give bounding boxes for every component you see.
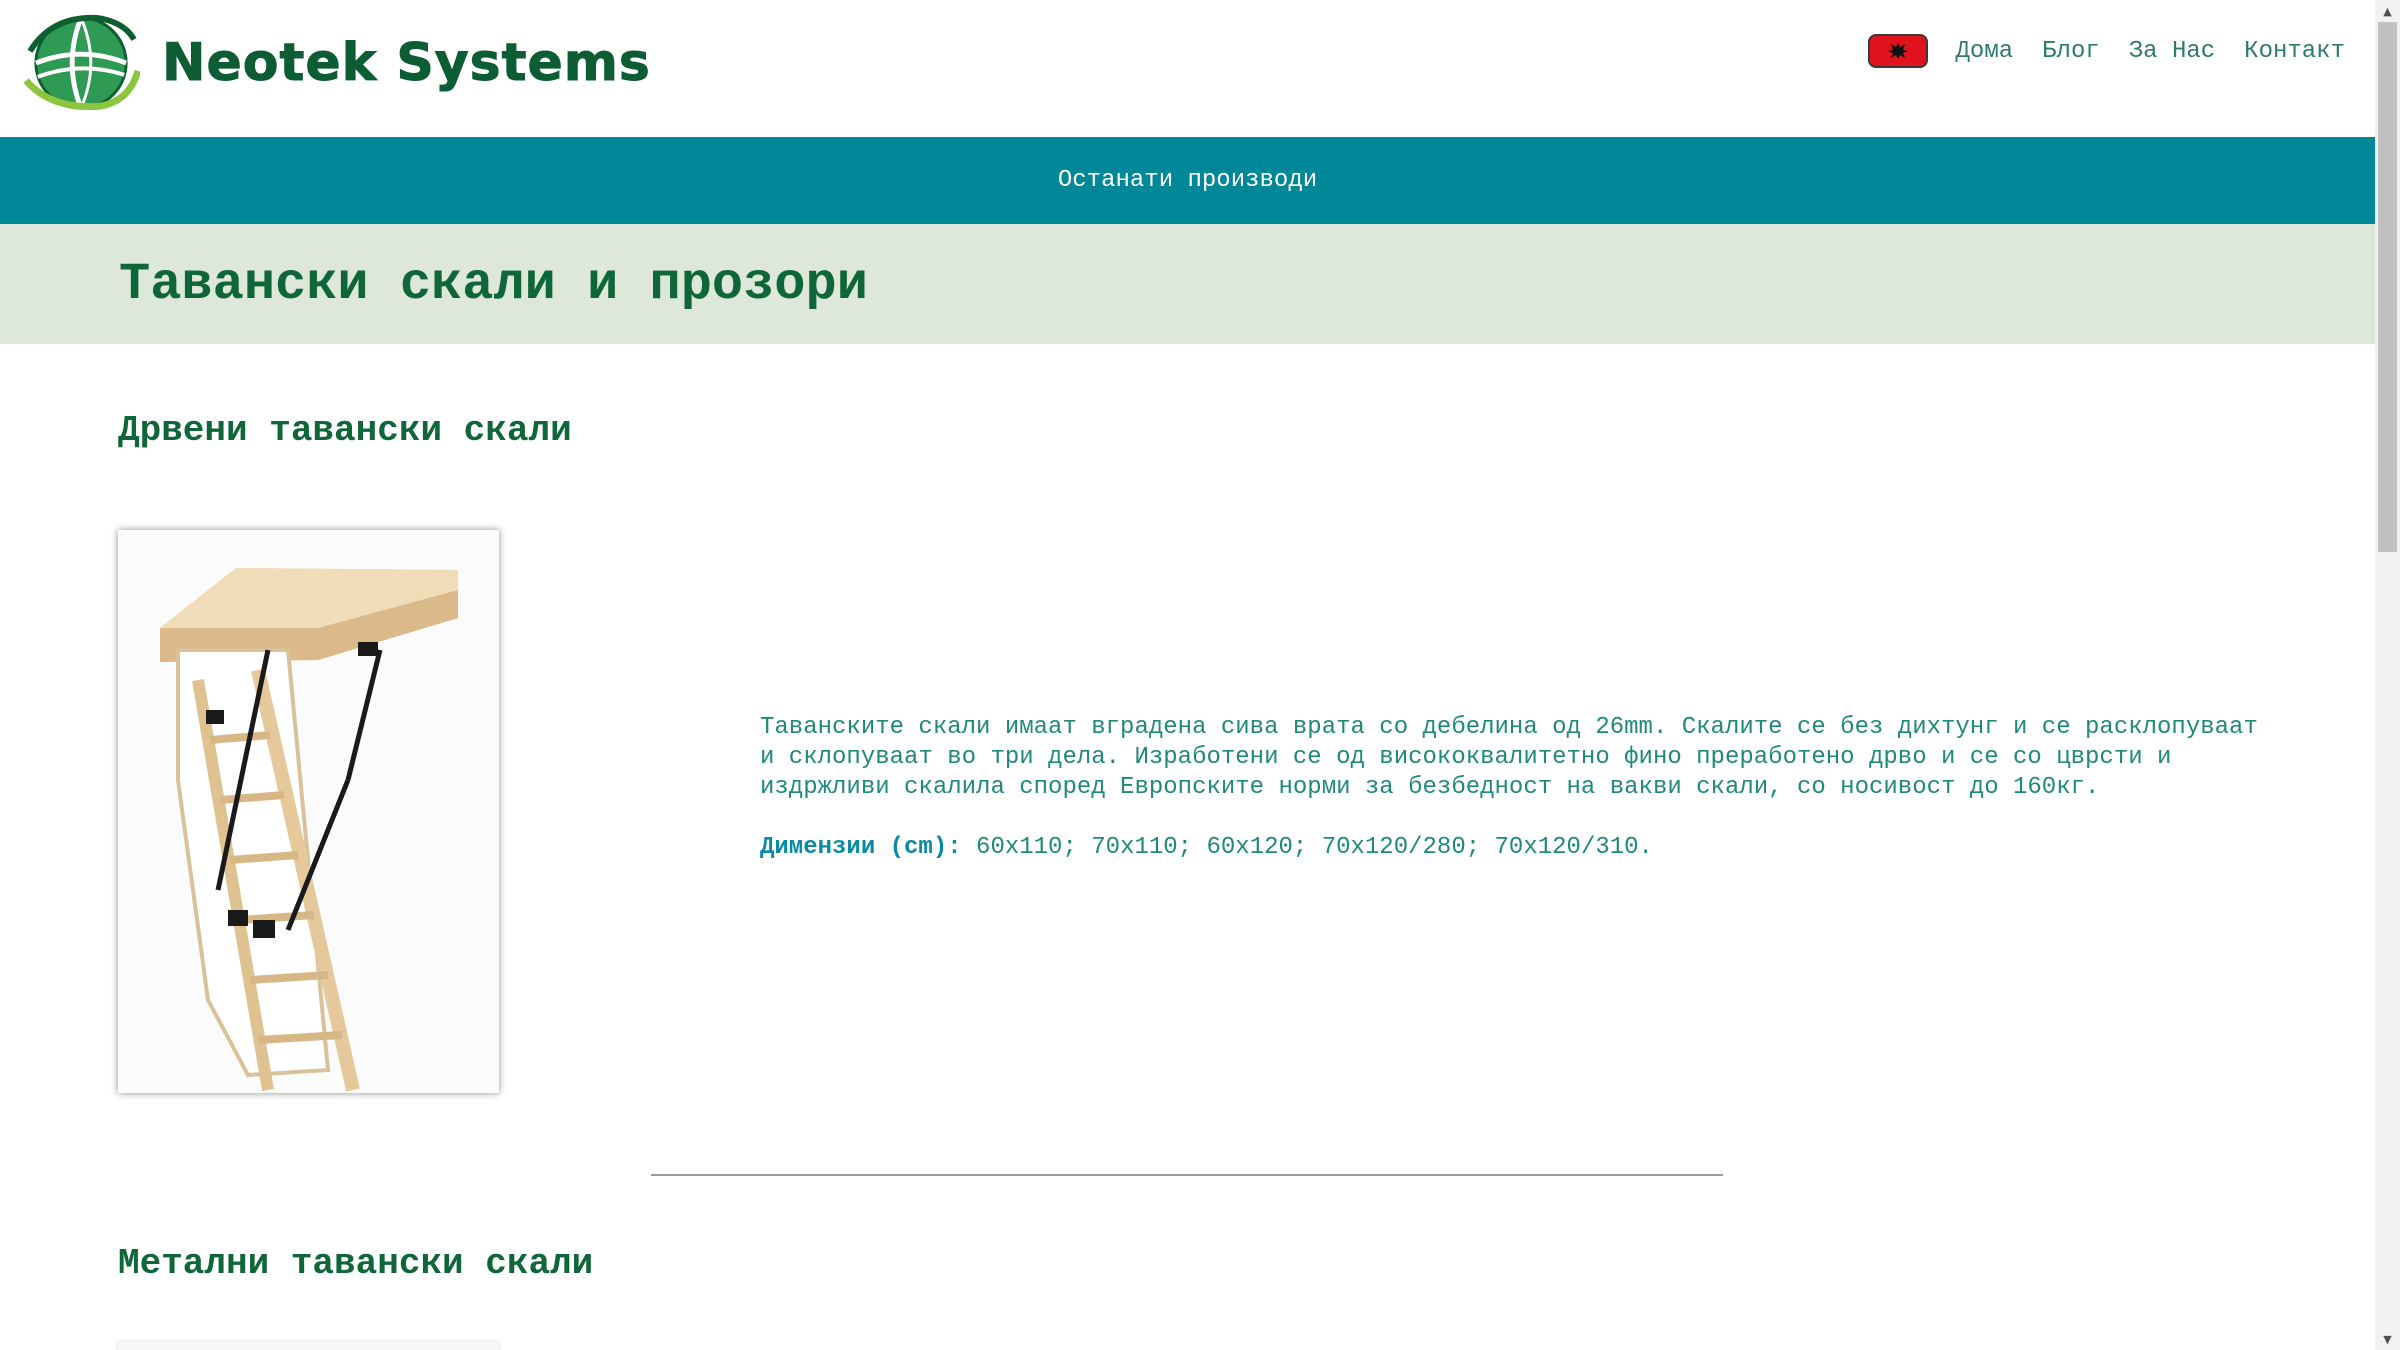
site-header: Neotek Systems Дома Блог За Нас Контакт <box>0 0 2375 137</box>
section-title-metal-ladders: Метални тавански скали <box>118 1243 594 1284</box>
dimensions-label: Димензии (cm): <box>760 834 962 861</box>
vertical-scrollbar[interactable]: ▲ ▼ <box>2375 0 2400 1350</box>
product-image-wooden-ladder <box>118 530 499 1093</box>
description-text: Таванските скали имаат вградена сива вра… <box>760 714 2258 801</box>
language-flag-button[interactable] <box>1867 34 1928 68</box>
main-nav: Дома Блог За Нас Контакт <box>1867 34 2345 68</box>
page-title: Тавански скали и прозори <box>119 254 868 314</box>
scroll-down-arrow-icon[interactable]: ▼ <box>2375 1328 2400 1350</box>
other-products-link[interactable]: Останати производи <box>1058 167 1317 194</box>
product-description: Таванските скали имаат вградена сива вра… <box>760 713 2260 863</box>
site-logo[interactable]: Neotek Systems <box>22 12 651 114</box>
page: Neotek Systems Дома Блог За Нас Контакт … <box>0 0 2400 1350</box>
albanian-flag-icon <box>1887 43 1908 59</box>
title-band: Тавански скали и прозори <box>0 224 2375 344</box>
attic-ladder-image <box>118 530 499 1093</box>
page-content: Neotek Systems Дома Блог За Нас Контакт … <box>0 0 2375 1350</box>
product-image-metal-ladder <box>118 1342 499 1350</box>
section-title-wooden-ladders: Дрвени тавански скали <box>118 410 572 451</box>
globe-logo-icon <box>23 14 140 111</box>
scroll-thumb[interactable] <box>2378 22 2397 552</box>
subnav-bar: Останати производи <box>0 137 2375 224</box>
nav-contact-link[interactable]: Контакт <box>2244 38 2345 65</box>
dimensions-value: 60x110; 70x110; 60x120; 70x120/280; 70x1… <box>961 834 1653 861</box>
logo-text: Neotek Systems <box>162 33 651 94</box>
scroll-up-arrow-icon[interactable]: ▲ <box>2375 0 2400 22</box>
dimensions-line: Димензии (cm): 60x110; 70x110; 60x120; 7… <box>760 833 2260 863</box>
section-divider <box>651 1174 1723 1176</box>
nav-about-link[interactable]: За Нас <box>2129 38 2215 65</box>
nav-blog-link[interactable]: Блог <box>2042 38 2100 65</box>
nav-home-link[interactable]: Дома <box>1956 38 2014 65</box>
